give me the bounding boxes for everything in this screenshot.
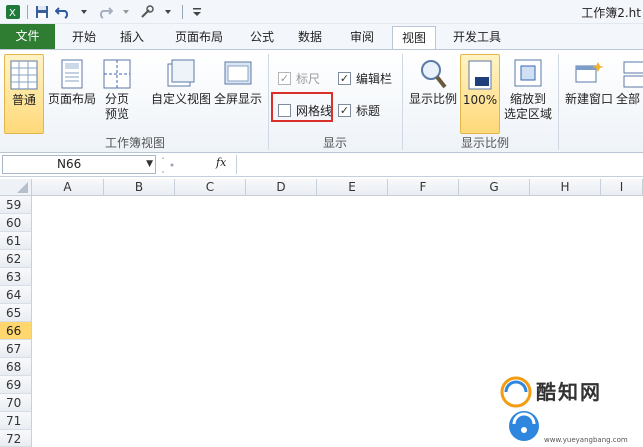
row-header-selected[interactable]: 66 [0,322,32,340]
title-bar: X 工作簿2.ht [0,0,643,24]
row-header[interactable]: 67 [0,340,32,358]
ruler-checkbox[interactable]: ✓ 标尺 [278,70,320,87]
workbook-views-group-label: 工作簿视图 [104,136,165,150]
tab-data[interactable]: 数据 [290,26,330,49]
save-icon[interactable] [33,3,51,21]
tab-file[interactable]: 文件 [0,24,55,49]
custom-views-button[interactable]: 自定义视图 [150,54,212,134]
row-header[interactable]: 65 [0,304,32,322]
ruler-label: 标尺 [296,72,321,86]
watermark-text: 酷知网 [536,380,602,404]
undo-dropdown-icon[interactable] [75,3,93,21]
column-header[interactable]: C [175,179,246,196]
svg-text:X: X [9,8,16,19]
column-header[interactable]: A [32,179,104,196]
row-header[interactable]: 70 [0,394,32,412]
row-header[interactable]: 59 [0,196,32,214]
group-divider [558,54,559,150]
row-header[interactable]: 60 [0,214,32,232]
page-layout-icon [57,58,87,90]
gridlines-highlight-box [271,92,333,122]
zoom-to-selection-button[interactable]: 缩放到 选定区域 [500,54,556,134]
formula-input[interactable] [236,155,643,174]
column-header[interactable]: D [246,179,317,196]
excel-icon[interactable]: X [4,3,22,21]
row-header[interactable]: 69 [0,376,32,394]
tab-formulas[interactable]: 公式 [242,26,282,49]
redo-icon[interactable] [96,3,114,21]
normal-view-icon [9,59,39,91]
column-header[interactable]: G [459,179,530,196]
row-header[interactable]: 64 [0,286,32,304]
tools-dropdown-icon[interactable] [159,3,177,21]
tab-page-layout[interactable]: 页面布局 [166,26,232,49]
column-header[interactable]: H [530,179,601,196]
watermark: 酷知网 www.yueyangbang.com [498,372,643,447]
tab-review[interactable]: 审阅 [340,26,384,49]
formula-bar-grip-icon [162,157,174,173]
normal-view-button[interactable]: 普通 [4,54,44,134]
tab-developer[interactable]: 开发工具 [444,26,510,49]
group-divider [268,54,269,150]
name-box-dropdown-icon[interactable]: ▼ [146,156,153,173]
zoom-button[interactable]: 显示比例 [406,54,460,134]
zoom-100-button[interactable]: 100% [460,54,500,134]
custom-views-icon [166,58,196,90]
new-window-button[interactable]: 新建窗口 [560,54,618,134]
tab-view[interactable]: 视图 [392,26,436,50]
column-header[interactable]: F [388,179,459,196]
redo-dropdown-icon[interactable] [117,3,135,21]
name-box-value: N66 [57,157,82,171]
insert-function-button[interactable]: fx [216,156,226,169]
formula-bar-label: 编辑栏 [356,72,393,86]
formula-bar-checkbox[interactable]: ✓ 编辑栏 [338,70,392,87]
quick-access-toolbar: X [4,3,206,21]
name-box[interactable]: N66 ▼ [2,155,156,174]
toolbar-divider [182,5,183,19]
arrange-all-button[interactable]: 全部 [616,54,643,134]
row-header[interactable]: 63 [0,268,32,286]
page-break-preview-button[interactable]: 分页 预览 [100,54,134,134]
tools-icon[interactable] [138,3,156,21]
zoom-to-selection-icon [513,58,543,90]
row-header[interactable]: 62 [0,250,32,268]
row-header[interactable]: 61 [0,232,32,250]
tab-insert[interactable]: 插入 [112,26,152,49]
show-group-label: 显示 [322,136,347,150]
ruler-checkmark: ✓ [278,72,291,85]
column-header[interactable]: I [601,179,643,196]
toolbar-divider [27,5,28,19]
watermark-site: www.yueyangbang.com [544,436,628,444]
tab-home[interactable]: 开始 [64,26,104,49]
new-window-icon [574,58,604,90]
page-break-icon [102,58,132,90]
window-title: 工作簿2.ht [581,6,641,20]
fullscreen-button[interactable]: 全屏显示 [212,54,264,134]
headings-label: 标题 [356,104,381,118]
page-layout-view-button[interactable]: 页面布局 [46,54,98,134]
headings-checkmark: ✓ [338,104,351,117]
row-header[interactable]: 72 [0,430,32,447]
customize-qat-icon[interactable] [188,3,206,21]
row-header[interactable]: 71 [0,412,32,430]
row-header[interactable]: 68 [0,358,32,376]
formula-bar-checkmark: ✓ [338,72,351,85]
fullscreen-icon [223,58,253,90]
formula-controls: fx [162,155,232,174]
headings-checkbox[interactable]: ✓ 标题 [338,102,380,119]
magnifier-icon [418,58,448,90]
formula-bar: N66 ▼ fx [0,153,643,177]
group-divider [402,54,403,150]
column-header[interactable]: E [317,179,388,196]
undo-icon[interactable] [54,3,72,21]
ribbon-tabs: 文件 开始 插入 页面布局 公式 数据 审阅 视图 开发工具 [0,24,643,50]
select-all-corner[interactable] [0,179,32,196]
zoom-100-icon [465,59,495,91]
column-header[interactable]: B [104,179,175,196]
arrange-all-icon [622,58,643,90]
zoom-group-label: 显示比例 [460,136,509,150]
